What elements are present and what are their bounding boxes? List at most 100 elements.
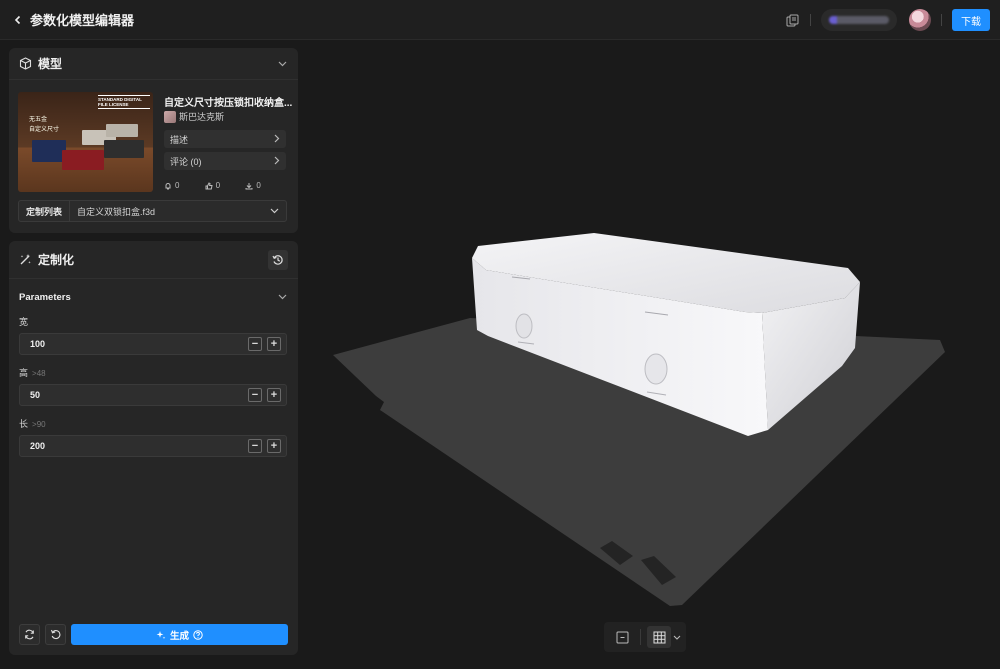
decrement-button[interactable]: −: [248, 439, 262, 453]
width-field[interactable]: 100 − +: [19, 333, 287, 355]
customization-panel-header: 定制化: [9, 241, 298, 279]
comments-button[interactable]: 评论 (0): [164, 152, 286, 170]
custom-list-label: 定制列表: [19, 201, 71, 221]
action-bar: 生成: [19, 624, 288, 645]
like-stat[interactable]: 0: [164, 181, 205, 190]
grid-icon: [653, 631, 665, 643]
length-field[interactable]: 200 − +: [19, 435, 287, 457]
box-graphic: [62, 150, 104, 170]
grid-toggle-button[interactable]: [647, 626, 671, 648]
back-arrow-icon[interactable]: [10, 12, 26, 28]
increment-button[interactable]: +: [267, 337, 281, 351]
download-stat[interactable]: 0: [245, 181, 286, 190]
minus-box-icon: [616, 631, 628, 643]
refresh-icon: [25, 629, 34, 640]
height-label-text: 高: [19, 368, 29, 378]
like-count: 0: [175, 181, 180, 190]
viewport-toolbar: [604, 622, 686, 652]
model-stats: 0 0 0: [164, 181, 286, 190]
model-panel-title: 模型: [38, 57, 63, 71]
download-count: 0: [256, 181, 261, 190]
thumbs-up-stat[interactable]: 0: [205, 181, 246, 190]
chevron-right-icon: [274, 156, 280, 167]
customization-panel: 定制化 Parameters 宽 100 − + 高 >48 50 − + 长 >9…: [9, 241, 298, 655]
chevron-right-icon: [274, 134, 280, 145]
length-stepper: − +: [243, 439, 281, 453]
model-render[interactable]: [306, 40, 1000, 664]
box-graphic: [104, 140, 144, 158]
refresh-button[interactable]: [19, 624, 40, 645]
box-graphic: [106, 124, 138, 137]
undo-button[interactable]: [45, 624, 66, 645]
model-panel: 模型 STANDARD DIGITAL FILE LICENSE 无五金 自定义…: [9, 48, 298, 233]
blurred-username: [829, 16, 889, 24]
length-label: 长 >90: [19, 417, 46, 430]
custom-list-value: 自定义双锁扣盒.f3d: [77, 206, 156, 217]
thumbnail-text-2: 自定义尺寸: [29, 127, 60, 133]
increment-button[interactable]: +: [267, 388, 281, 402]
height-label: 高 >48: [19, 366, 46, 379]
copy-icon[interactable]: [784, 12, 800, 28]
length-label-text: 长: [19, 419, 29, 429]
model-thumbnail[interactable]: STANDARD DIGITAL FILE LICENSE 无五金 自定义尺寸: [18, 92, 153, 192]
latch-button[interactable]: [515, 313, 533, 339]
height-field[interactable]: 50 − +: [19, 384, 287, 406]
parameters-section-header[interactable]: Parameters: [19, 291, 288, 303]
author[interactable]: 斯巴达克斯: [164, 110, 224, 123]
chevron-down-icon[interactable]: [276, 58, 288, 70]
decrement-button[interactable]: −: [248, 388, 262, 402]
history-button[interactable]: [268, 249, 288, 270]
chevron-down-icon: [673, 635, 681, 640]
thumbnail-text-1: 无五金: [29, 117, 48, 123]
sparkle-icon: [156, 630, 166, 639]
height-hint: >48: [32, 369, 46, 378]
height-value[interactable]: 50: [30, 390, 40, 400]
user-menu[interactable]: [821, 9, 897, 31]
width-label-text: 宽: [19, 317, 29, 327]
width-label: 宽: [19, 315, 32, 328]
download-icon: [245, 182, 253, 189]
custom-list-select[interactable]: 定制列表 自定义双锁扣盒.f3d: [18, 200, 287, 222]
thumbs-up-count: 0: [215, 181, 221, 190]
thumbs-up-icon: [205, 181, 213, 189]
chevron-down-icon: [270, 206, 279, 216]
decrement-button[interactable]: −: [248, 337, 262, 351]
generate-button[interactable]: 生成: [71, 624, 288, 645]
avatar[interactable]: [909, 9, 931, 31]
customization-panel-title: 定制化: [38, 253, 75, 267]
latch-button[interactable]: [644, 353, 668, 385]
description-label: 描述: [170, 134, 189, 145]
model-panel-header[interactable]: 模型: [9, 48, 298, 80]
page-title: 参数化模型编辑器: [30, 13, 135, 28]
box-graphic: [32, 140, 66, 162]
parameters-title: Parameters: [19, 291, 71, 303]
cube-icon: [19, 57, 32, 70]
grid-options-dropdown[interactable]: [671, 626, 683, 648]
description-button[interactable]: 描述: [164, 130, 286, 148]
download-button[interactable]: 下载: [952, 9, 990, 31]
undo-icon: [50, 629, 61, 640]
divider: [941, 14, 942, 26]
history-icon: [272, 254, 283, 265]
zoom-out-button[interactable]: [610, 626, 634, 648]
license-label: STANDARD DIGITAL FILE LICENSE: [98, 95, 150, 109]
chevron-down-icon: [276, 291, 288, 303]
author-avatar: [164, 110, 176, 123]
magic-wand-icon: [20, 254, 31, 265]
generate-label: 生成: [169, 630, 189, 642]
top-bar: 参数化模型编辑器 下载: [0, 0, 1000, 40]
help-icon[interactable]: [193, 629, 203, 640]
comments-label: 评论 (0): [170, 156, 202, 167]
height-stepper: − +: [243, 388, 281, 402]
3d-viewport[interactable]: [306, 40, 1000, 664]
length-hint: >90: [32, 420, 46, 429]
width-stepper: − +: [243, 337, 281, 351]
model-name[interactable]: 自定义尺寸按压锁扣收纳盒...: [164, 94, 292, 109]
bell-icon: [165, 182, 171, 189]
length-value[interactable]: 200: [30, 441, 45, 451]
width-value[interactable]: 100: [30, 339, 45, 349]
increment-button[interactable]: +: [267, 439, 281, 453]
divider: [640, 629, 641, 645]
author-name: 斯巴达克斯: [179, 112, 225, 122]
divider: [810, 14, 811, 26]
